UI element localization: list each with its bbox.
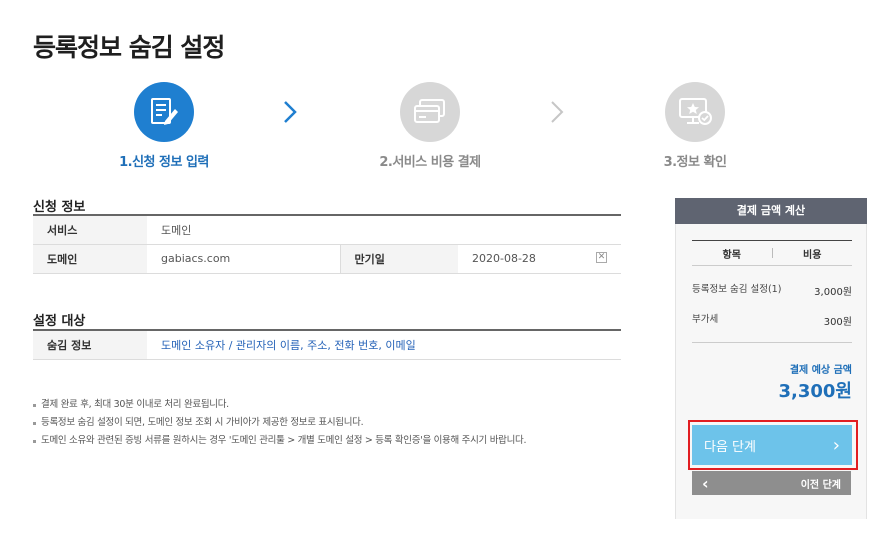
calc-row-label: 등록정보 숨김 설정(1) <box>692 284 782 295</box>
chevron-right-icon: › <box>832 434 840 456</box>
credit-card-icon <box>414 99 445 123</box>
target-section-title: 설정 대상 <box>33 314 86 329</box>
application-section-title: 신청 정보 <box>33 200 86 215</box>
step-2-label: 2.서비스 비용 결제 <box>379 155 481 170</box>
total-area: 결제 예상 금액 3,300원 <box>692 342 852 430</box>
expiry-cell: 2020-08-28 ✕ <box>458 244 621 274</box>
calc-title: 결제 금액 계산 <box>675 198 867 224</box>
monitor-star-icon <box>679 98 712 125</box>
chevron-left-icon: ‹ <box>702 473 709 493</box>
hidden-info-label: 숨김 정보 <box>33 330 147 360</box>
step-2-circle <box>400 82 460 142</box>
calc-row-amount: 300원 <box>823 316 852 328</box>
table-row: 숨김 정보 도메인 소유자 / 관리자의 이름, 주소, 전화 번호, 이메일 <box>33 330 621 360</box>
next-step-button[interactable]: 다음 단계 › <box>692 425 852 465</box>
list-item: 등록정보 숨김 설정이 되면, 도메인 정보 조회 시 가비아가 제공한 정보로… <box>33 414 526 432</box>
calc-col-cost: 비용 <box>803 249 822 261</box>
table-row: 서비스 도메인 <box>33 215 621 245</box>
calc-header-row: 항목 비용 <box>692 240 852 266</box>
service-value: 도메인 <box>147 215 621 245</box>
step-1-label: 1.신청 정보 입력 <box>119 155 209 170</box>
next-step-label: 다음 단계 <box>704 439 756 455</box>
expiry-value: 2020-08-28 <box>472 252 536 265</box>
chevron-right-icon <box>551 101 564 123</box>
hidden-info-value: 도메인 소유자 / 관리자의 이름, 주소, 전화 번호, 이메일 <box>147 330 621 360</box>
step-3-circle <box>665 82 725 142</box>
prev-step-button[interactable]: ‹ 이전 단계 <box>692 471 851 495</box>
calc-row: 부가세 300원 <box>692 312 852 328</box>
calc-col-item: 항목 <box>722 249 741 261</box>
clear-icon[interactable]: ✕ <box>596 252 607 263</box>
list-item: 결제 완료 후, 최대 30분 이내로 처리 완료됩니다. <box>33 396 526 414</box>
calc-row: 등록정보 숨김 설정(1) 3,000원 <box>692 276 852 304</box>
page-title: 등록정보 숨김 설정 <box>33 33 225 62</box>
table-row: 도메인 gabiacs.com 만기일 2020-08-28 ✕ <box>33 244 621 274</box>
domain-value: gabiacs.com <box>147 244 340 274</box>
total-label: 결제 예상 금액 <box>789 365 852 376</box>
domain-label: 도메인 <box>33 244 147 274</box>
calc-row-amount: 3,000원 <box>814 286 852 298</box>
list-item: 도메인 소유와 관련된 증빙 서류를 원하시는 경우 '도메인 관리툴 > 개별… <box>33 432 526 450</box>
step-3-label: 3.정보 확인 <box>663 155 727 170</box>
service-label: 서비스 <box>33 215 147 245</box>
calc-row-label: 부가세 <box>692 314 719 325</box>
notes-list: 결제 완료 후, 최대 30분 이내로 처리 완료됩니다. 등록정보 숨김 설정… <box>33 396 526 450</box>
edit-form-icon <box>151 98 178 125</box>
prev-step-label: 이전 단계 <box>800 479 841 491</box>
step-1-circle <box>134 82 194 142</box>
expiry-label: 만기일 <box>339 244 458 274</box>
chevron-right-icon <box>284 101 297 123</box>
target-table: 숨김 정보 도메인 소유자 / 관리자의 이름, 주소, 전화 번호, 이메일 <box>33 329 621 360</box>
total-value: 3,300원 <box>778 381 853 402</box>
application-table: 서비스 도메인 도메인 gabiacs.com 만기일 2020-08-28 ✕ <box>33 214 621 274</box>
